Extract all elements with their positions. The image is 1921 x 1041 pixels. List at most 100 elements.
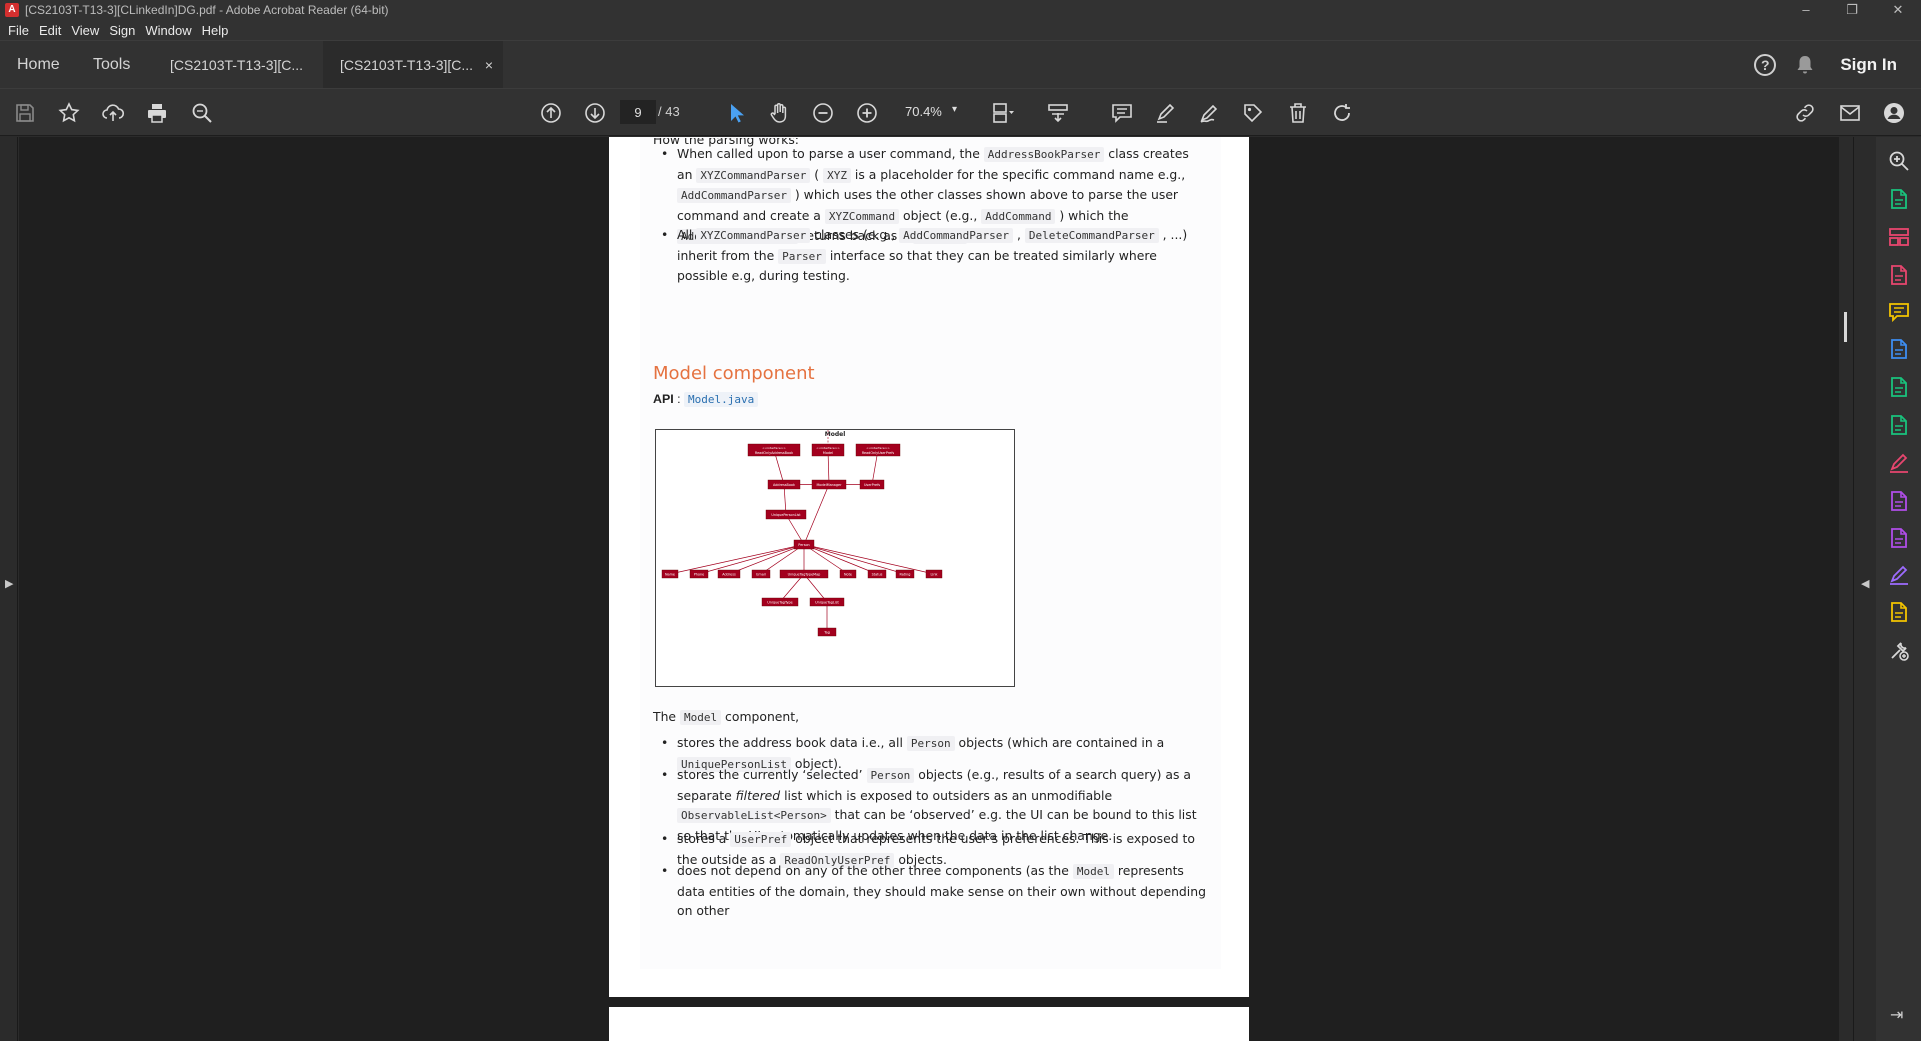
text-span: classes (e.g., bbox=[810, 227, 900, 242]
inline-code: AddCommandParser bbox=[899, 228, 1014, 243]
diagram-connector bbox=[728, 544, 805, 575]
search-zoom-icon[interactable] bbox=[1887, 149, 1911, 173]
diagram-connector bbox=[669, 544, 805, 575]
acrobat-window: A [CS2103T-T13-3][CLinkedIn]DG.pdf - Ado… bbox=[0, 0, 1921, 1041]
vertical-scrollbar[interactable] bbox=[1839, 137, 1853, 1041]
scroll-mode-icon[interactable] bbox=[1046, 101, 1070, 125]
find-icon[interactable] bbox=[190, 101, 214, 125]
email-icon[interactable] bbox=[1838, 101, 1862, 125]
request-signature-icon[interactable] bbox=[1887, 489, 1911, 513]
text-span: , bbox=[1013, 227, 1025, 242]
account-icon[interactable] bbox=[1882, 101, 1906, 125]
rotate-icon[interactable] bbox=[1330, 101, 1354, 125]
diagram-connector bbox=[803, 544, 878, 575]
inline-code: AddCommandParser bbox=[677, 188, 791, 203]
tab-document-2[interactable]: [CS2103T-T13-3][C... × bbox=[323, 41, 503, 88]
model-intro: The Model component, bbox=[653, 707, 799, 728]
compress-icon[interactable] bbox=[1887, 375, 1911, 399]
save-icon[interactable] bbox=[13, 101, 37, 125]
document-viewport[interactable]: How the parsing works: When called upon … bbox=[19, 137, 1839, 1041]
page-up-icon[interactable] bbox=[539, 101, 563, 125]
zoom-dropdown-icon[interactable]: ▾ bbox=[952, 104, 957, 115]
stamp-icon[interactable] bbox=[1241, 101, 1265, 125]
pdf-page: How the parsing works: When called upon … bbox=[609, 137, 1249, 997]
diagram-class-label: Rating bbox=[900, 572, 911, 576]
fill-sign-icon[interactable] bbox=[1887, 451, 1911, 475]
right-panel-toggle[interactable]: ◀ bbox=[1853, 137, 1876, 1041]
inline-code: XYZCommandParser bbox=[696, 228, 811, 243]
bullet-item: does not depend on any of the other thre… bbox=[661, 861, 1207, 921]
collapse-right-icon[interactable]: ◀ bbox=[1861, 577, 1869, 590]
menu-edit[interactable]: Edit bbox=[39, 23, 61, 38]
link-icon[interactable] bbox=[1793, 101, 1817, 125]
diagram-class-label: ReadOnlyUserPrefs bbox=[862, 451, 895, 455]
hand-icon[interactable] bbox=[767, 101, 791, 125]
diagram-connector bbox=[803, 573, 828, 603]
text-span: All bbox=[677, 227, 697, 242]
help-icon[interactable]: ? bbox=[1754, 54, 1777, 76]
diagram-class-label: Address bbox=[722, 572, 736, 576]
close-tab-icon[interactable]: × bbox=[485, 57, 493, 73]
menu-view[interactable]: View bbox=[71, 23, 99, 38]
delete-icon[interactable] bbox=[1286, 101, 1310, 125]
menu-window[interactable]: Window bbox=[145, 23, 191, 38]
diagram-connector bbox=[779, 573, 805, 603]
close-window-button[interactable]: ✕ bbox=[1875, 0, 1921, 20]
highlight-pen-icon[interactable] bbox=[1154, 101, 1178, 125]
scrollbar-thumb[interactable] bbox=[1844, 312, 1847, 342]
bookmark-star-icon[interactable] bbox=[57, 101, 81, 125]
page-down-icon[interactable] bbox=[583, 101, 607, 125]
left-panel-toggle[interactable]: ▶ bbox=[0, 137, 18, 1041]
menu-sign[interactable]: Sign bbox=[109, 23, 135, 38]
menu-file[interactable]: File bbox=[8, 23, 29, 38]
notification-bell-icon[interactable] bbox=[1796, 55, 1814, 75]
more-tools-icon[interactable] bbox=[1887, 639, 1911, 663]
edit-pdf-icon[interactable] bbox=[1887, 413, 1911, 437]
organize-pages-icon[interactable] bbox=[1887, 225, 1911, 249]
expand-left-icon[interactable]: ▶ bbox=[5, 577, 13, 590]
emphasis-text: filtered bbox=[735, 787, 781, 803]
comment-tool-icon[interactable] bbox=[1887, 300, 1911, 324]
api-label: API bbox=[653, 392, 674, 406]
sign-icon[interactable] bbox=[1198, 101, 1222, 125]
model-class-diagram: Model <<interface>> ReadOnlyAddressBook <<i… bbox=[655, 429, 1015, 687]
page-view-icon[interactable] bbox=[991, 101, 1015, 125]
window-controls: – ❐ ✕ bbox=[1783, 0, 1921, 20]
diagram-class-label: Tag bbox=[823, 630, 830, 634]
protect-icon[interactable] bbox=[1887, 526, 1911, 550]
sign-in-button[interactable]: Sign In bbox=[1840, 55, 1897, 75]
text-span: list which is exposed to outsiders as an… bbox=[780, 787, 1113, 803]
diagram-class-label: Email bbox=[756, 572, 765, 576]
export-pdf-icon[interactable] bbox=[1887, 187, 1911, 211]
restore-button[interactable]: ❐ bbox=[1829, 0, 1875, 20]
upload-cloud-icon[interactable] bbox=[101, 101, 125, 125]
inline-code: UserPref bbox=[730, 832, 792, 847]
create-pdf-icon[interactable] bbox=[1887, 263, 1911, 287]
collapse-tools-icon[interactable]: ⇥ bbox=[1890, 1005, 1903, 1025]
combine-files-icon[interactable] bbox=[1887, 337, 1911, 361]
bullet-item: All XYZCommandParser classes (e.g., AddC… bbox=[661, 225, 1207, 286]
select-cursor-icon[interactable] bbox=[724, 101, 748, 125]
menu-help[interactable]: Help bbox=[202, 23, 229, 38]
inline-code: AddCommand bbox=[981, 208, 1056, 224]
diagram-connector bbox=[698, 544, 805, 575]
zoom-in-icon[interactable] bbox=[855, 101, 879, 125]
tab-document-1[interactable]: [CS2103T-T13-3][C... bbox=[153, 41, 323, 88]
next-pdf-page bbox=[609, 1007, 1249, 1041]
zoom-out-icon[interactable] bbox=[811, 101, 835, 125]
page-number-input[interactable]: 9 bbox=[620, 100, 656, 124]
print-icon[interactable] bbox=[145, 101, 169, 125]
zoom-level[interactable]: 70.4% bbox=[897, 100, 969, 124]
send-review-icon[interactable] bbox=[1887, 600, 1911, 624]
diagram-class-label: ModelManager bbox=[816, 483, 842, 487]
text-span: When called upon to parse a user command… bbox=[677, 146, 984, 161]
minimize-button[interactable]: – bbox=[1783, 0, 1829, 20]
inline-code: Model bbox=[1072, 864, 1114, 879]
tab-home[interactable]: Home bbox=[0, 41, 76, 88]
api-line: API : Model.java bbox=[653, 392, 759, 407]
sign-pen-icon[interactable] bbox=[1887, 563, 1911, 587]
comment-icon[interactable] bbox=[1110, 101, 1134, 125]
tab-tools[interactable]: Tools bbox=[76, 41, 153, 88]
model-java-link[interactable]: Model.java bbox=[683, 392, 759, 407]
window-title: [CS2103T-T13-3][CLinkedIn]DG.pdf - Adobe… bbox=[25, 3, 389, 17]
